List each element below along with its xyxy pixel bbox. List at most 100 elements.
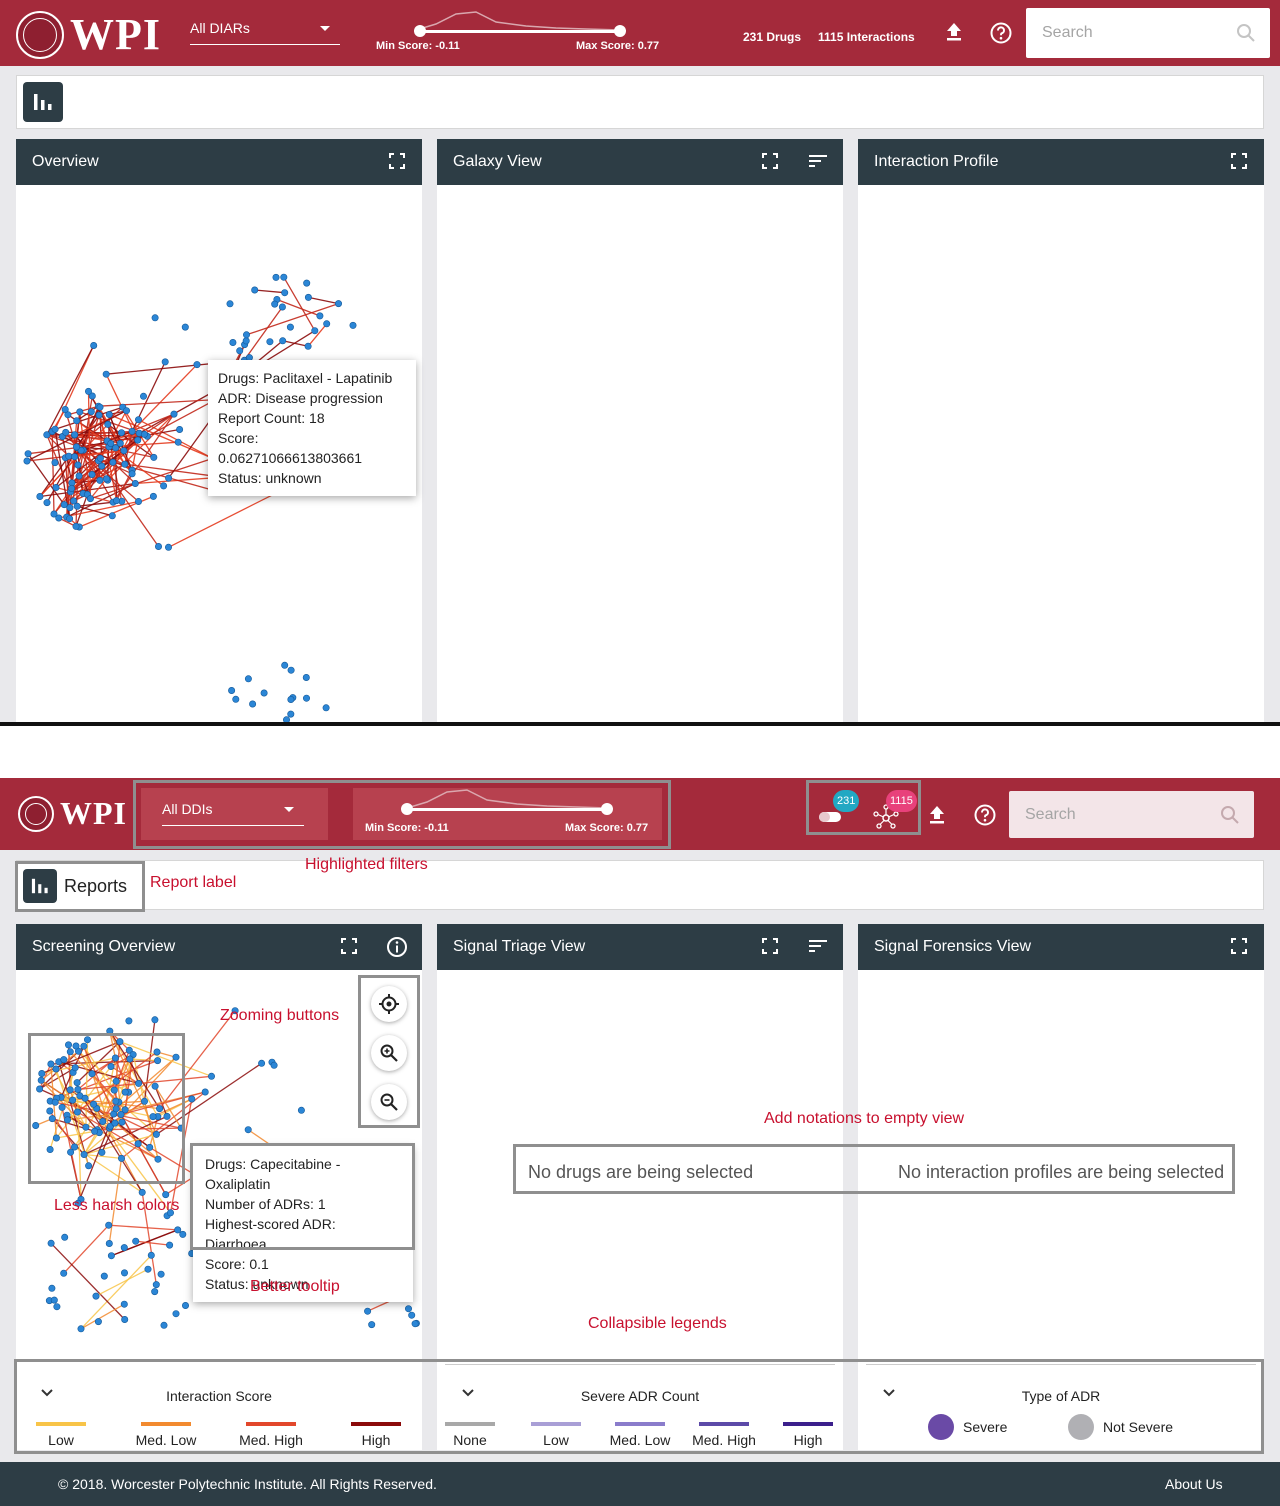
graph-node[interactable]	[135, 497, 143, 505]
graph-node[interactable]	[155, 542, 163, 550]
graph-node[interactable]	[244, 675, 252, 683]
fullscreen-icon[interactable]	[1230, 152, 1248, 170]
graph-node[interactable]	[120, 1244, 128, 1252]
graph-node[interactable]	[349, 321, 357, 329]
graph-node[interactable]	[51, 459, 59, 467]
graph-node[interactable]	[105, 1239, 113, 1247]
graph-node[interactable]	[151, 1016, 159, 1024]
graph-node[interactable]	[90, 342, 98, 350]
graph-node[interactable]	[226, 300, 234, 308]
graph-node[interactable]	[47, 1239, 55, 1247]
reports-button[interactable]	[23, 82, 63, 122]
sort-icon[interactable]	[808, 937, 828, 955]
graph-node[interactable]	[87, 408, 95, 416]
graph-node[interactable]	[85, 387, 93, 395]
graph-node[interactable]	[125, 1017, 133, 1025]
min-score-handle[interactable]	[414, 25, 426, 37]
fullscreen-icon[interactable]	[388, 152, 406, 170]
graph-node[interactable]	[208, 1072, 216, 1080]
fullscreen-icon[interactable]	[761, 937, 779, 955]
graph-node[interactable]	[134, 436, 142, 444]
graph-node[interactable]	[244, 1126, 252, 1134]
wpi-logo[interactable]: WPI	[18, 795, 127, 832]
fullscreen-icon[interactable]	[340, 937, 358, 955]
help-icon[interactable]	[972, 802, 998, 828]
graph-node[interactable]	[176, 426, 184, 434]
graph-node[interactable]	[166, 1241, 174, 1249]
graph-node[interactable]	[68, 484, 76, 492]
graph-node[interactable]	[260, 689, 268, 697]
graph-node[interactable]	[66, 504, 74, 512]
graph-node[interactable]	[60, 501, 68, 509]
graph-node[interactable]	[229, 339, 237, 347]
graph-node[interactable]	[182, 1301, 190, 1309]
graph-node[interactable]	[70, 497, 78, 505]
graph-node[interactable]	[71, 453, 79, 461]
graph-node[interactable]	[140, 430, 148, 438]
graph-node[interactable]	[103, 475, 111, 483]
graph-node[interactable]	[24, 450, 32, 458]
graph-node[interactable]	[120, 1300, 128, 1308]
graph-node[interactable]	[50, 510, 58, 518]
graph-node[interactable]	[138, 1188, 146, 1196]
graph-node[interactable]	[258, 1059, 266, 1067]
graph-node[interactable]	[179, 1230, 187, 1238]
graph-node[interactable]	[135, 416, 143, 424]
graph-node[interactable]	[74, 461, 82, 469]
graph-node[interactable]	[107, 1252, 115, 1260]
graph-node[interactable]	[302, 694, 310, 702]
graph-node[interactable]	[121, 460, 129, 468]
graph-node[interactable]	[128, 427, 136, 435]
graph-node[interactable]	[96, 403, 104, 411]
graph-node[interactable]	[53, 1303, 61, 1311]
graph-node[interactable]	[96, 454, 104, 462]
search-input[interactable]: Search	[1026, 8, 1270, 58]
graph-node[interactable]	[368, 1321, 376, 1329]
graph-node[interactable]	[61, 1233, 69, 1241]
fullscreen-icon[interactable]	[1230, 937, 1248, 955]
graph-node[interactable]	[23, 457, 31, 465]
graph-node[interactable]	[404, 1305, 412, 1313]
graph-node[interactable]	[181, 323, 189, 331]
graph-node[interactable]	[118, 429, 126, 437]
graph-node[interactable]	[116, 439, 124, 447]
graph-node[interactable]	[232, 695, 240, 703]
graph-node[interactable]	[172, 1310, 180, 1318]
graph-node[interactable]	[88, 470, 96, 478]
graph-node[interactable]	[76, 408, 84, 416]
graph-node[interactable]	[287, 666, 295, 674]
graph-node[interactable]	[152, 1281, 160, 1289]
diar-dropdown[interactable]: All DIARs	[190, 20, 340, 45]
graph-node[interactable]	[128, 470, 136, 478]
graph-node[interactable]	[72, 443, 80, 451]
graph-node[interactable]	[113, 497, 121, 505]
upload-icon[interactable]	[942, 20, 966, 44]
graph-node[interactable]	[105, 411, 113, 419]
graph-node[interactable]	[48, 1284, 56, 1292]
graph-node[interactable]	[316, 312, 324, 320]
graph-node[interactable]	[62, 428, 70, 436]
graph-node[interactable]	[51, 425, 59, 433]
graph-node[interactable]	[249, 700, 257, 708]
graph-node[interactable]	[243, 331, 251, 339]
graph-node[interactable]	[174, 438, 182, 446]
graph-node[interactable]	[236, 347, 244, 355]
graph-node[interactable]	[174, 1226, 182, 1234]
graph-node[interactable]	[270, 1061, 278, 1069]
graph-node[interactable]	[50, 1296, 58, 1304]
graph-node[interactable]	[149, 492, 157, 500]
graph-node[interactable]	[150, 453, 158, 461]
graph-node[interactable]	[52, 483, 60, 491]
graph-node[interactable]	[165, 543, 173, 551]
graph-node[interactable]	[279, 337, 287, 345]
graph-node[interactable]	[278, 303, 286, 311]
graph-node[interactable]	[77, 1325, 85, 1333]
graph-node[interactable]	[304, 342, 312, 350]
graph-node[interactable]	[281, 661, 289, 669]
graph-node[interactable]	[157, 1270, 165, 1278]
graph-node[interactable]	[107, 440, 115, 448]
graph-node[interactable]	[120, 447, 128, 455]
graph-node[interactable]	[102, 370, 110, 378]
graph-node[interactable]	[92, 1292, 100, 1300]
graph-node[interactable]	[105, 1221, 113, 1229]
